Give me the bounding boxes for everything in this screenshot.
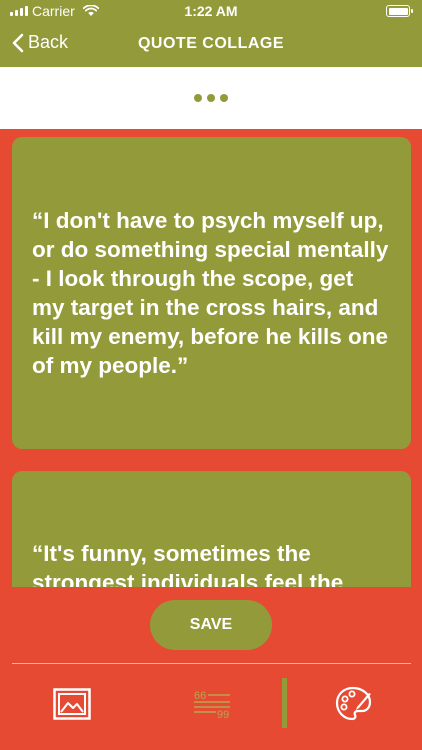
quote-text: “It's funny, sometimes the strongest ind… — [32, 541, 344, 587]
more-icon — [194, 94, 228, 102]
more-options-bar[interactable] — [0, 67, 422, 129]
quote-style-button[interactable]: 66 99 — [190, 685, 234, 723]
image-icon — [53, 688, 91, 720]
toolbar-divider — [12, 663, 411, 664]
palette-icon — [335, 686, 372, 721]
svg-text:99: 99 — [217, 709, 229, 719]
app-header: Carrier 1:22 AM Back QUOTE COLLAGE — [0, 0, 422, 67]
status-time: 1:22 AM — [184, 3, 238, 19]
navigation-bar: Back QUOTE COLLAGE — [0, 22, 422, 67]
page-title: QUOTE COLLAGE — [137, 35, 285, 52]
image-tool-button[interactable] — [50, 685, 94, 723]
svg-text:66: 66 — [194, 690, 206, 702]
quote-card[interactable]: “It's funny, sometimes the strongest ind… — [12, 471, 411, 587]
quote-card[interactable]: “I don't have to psych myself up, or do … — [12, 137, 411, 449]
battery-icon — [386, 5, 413, 17]
selection-indicator — [282, 678, 287, 728]
save-button[interactable]: SAVE — [150, 600, 272, 650]
color-palette-button[interactable] — [332, 685, 376, 723]
quote-text: “I don't have to psych myself up, or do … — [32, 208, 389, 378]
status-bar: Carrier 1:22 AM — [0, 0, 422, 22]
quote-list[interactable]: “I don't have to psych myself up, or do … — [0, 129, 422, 587]
quote-style-icon: 66 99 — [194, 690, 230, 719]
